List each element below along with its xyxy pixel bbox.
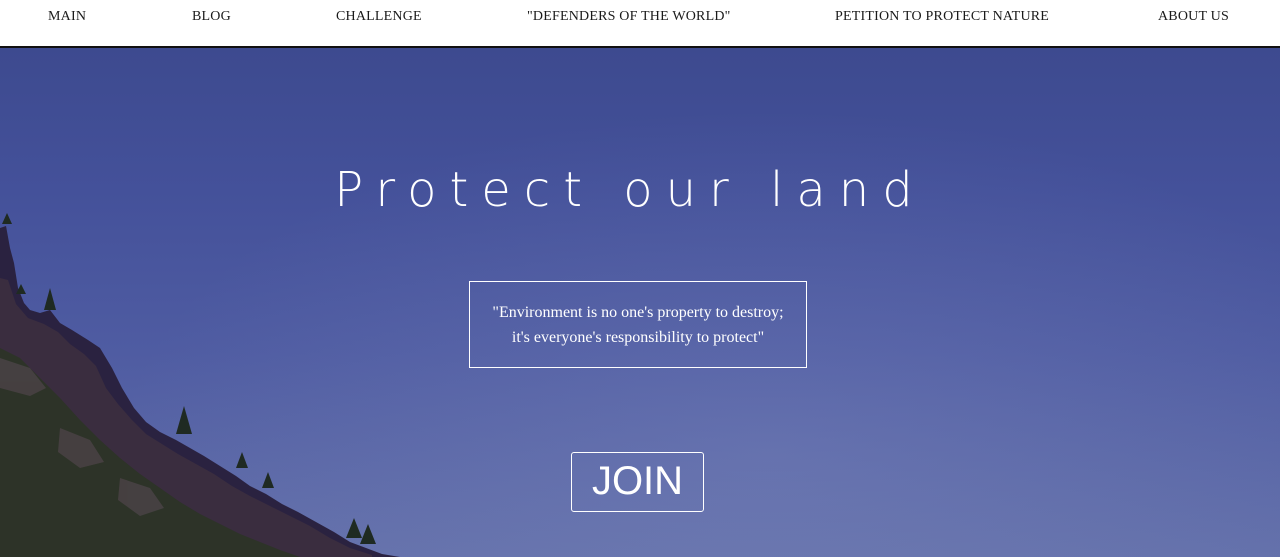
quote-text: "Environment is no one's property to des…	[492, 300, 783, 350]
nav-item-about-us[interactable]: ABOUT US	[1158, 9, 1229, 25]
quote-box: "Environment is no one's property to des…	[469, 281, 807, 368]
nav-item-main[interactable]: MAIN	[48, 9, 86, 25]
nav-item-challenge[interactable]: CHALLENGE	[336, 9, 422, 25]
nav-item-blog[interactable]: BLOG	[192, 9, 231, 25]
nav-item-defenders[interactable]: "DEFENDERS OF THE WORLD"	[527, 9, 731, 25]
quote-line-2: it's everyone's responsibility to protec…	[511, 328, 765, 346]
forest-mountain-image	[0, 213, 400, 557]
hero-section: Protect our land "Environment is no one'…	[0, 48, 1280, 557]
top-navigation: MAIN BLOG CHALLENGE "DEFENDERS OF THE WO…	[0, 0, 1280, 48]
join-button[interactable]: JOIN	[571, 452, 704, 512]
quote-line-1: "Environment is no one's property to des…	[492, 303, 784, 321]
hero-title: Protect our land	[334, 162, 926, 218]
nav-item-petition[interactable]: PETITION TO PROTECT NATURE	[835, 9, 1049, 25]
